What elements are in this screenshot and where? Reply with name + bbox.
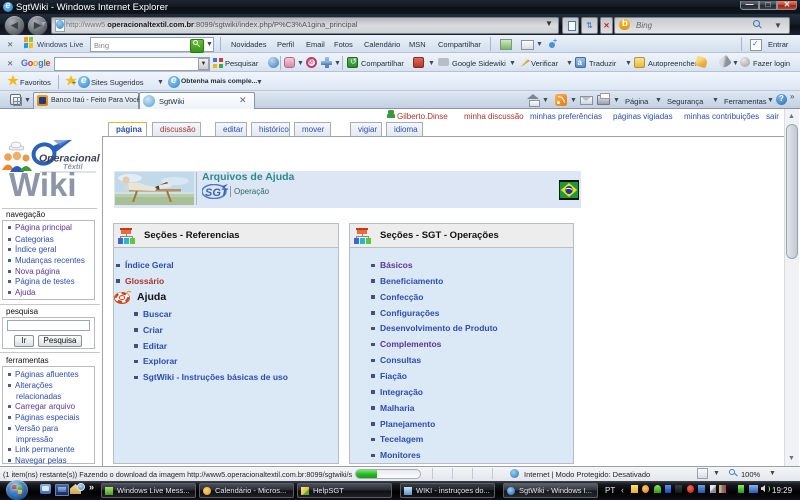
- svg-text:Wiki: Wiki: [9, 166, 77, 203]
- svg-text:SGT: SGT: [205, 187, 228, 199]
